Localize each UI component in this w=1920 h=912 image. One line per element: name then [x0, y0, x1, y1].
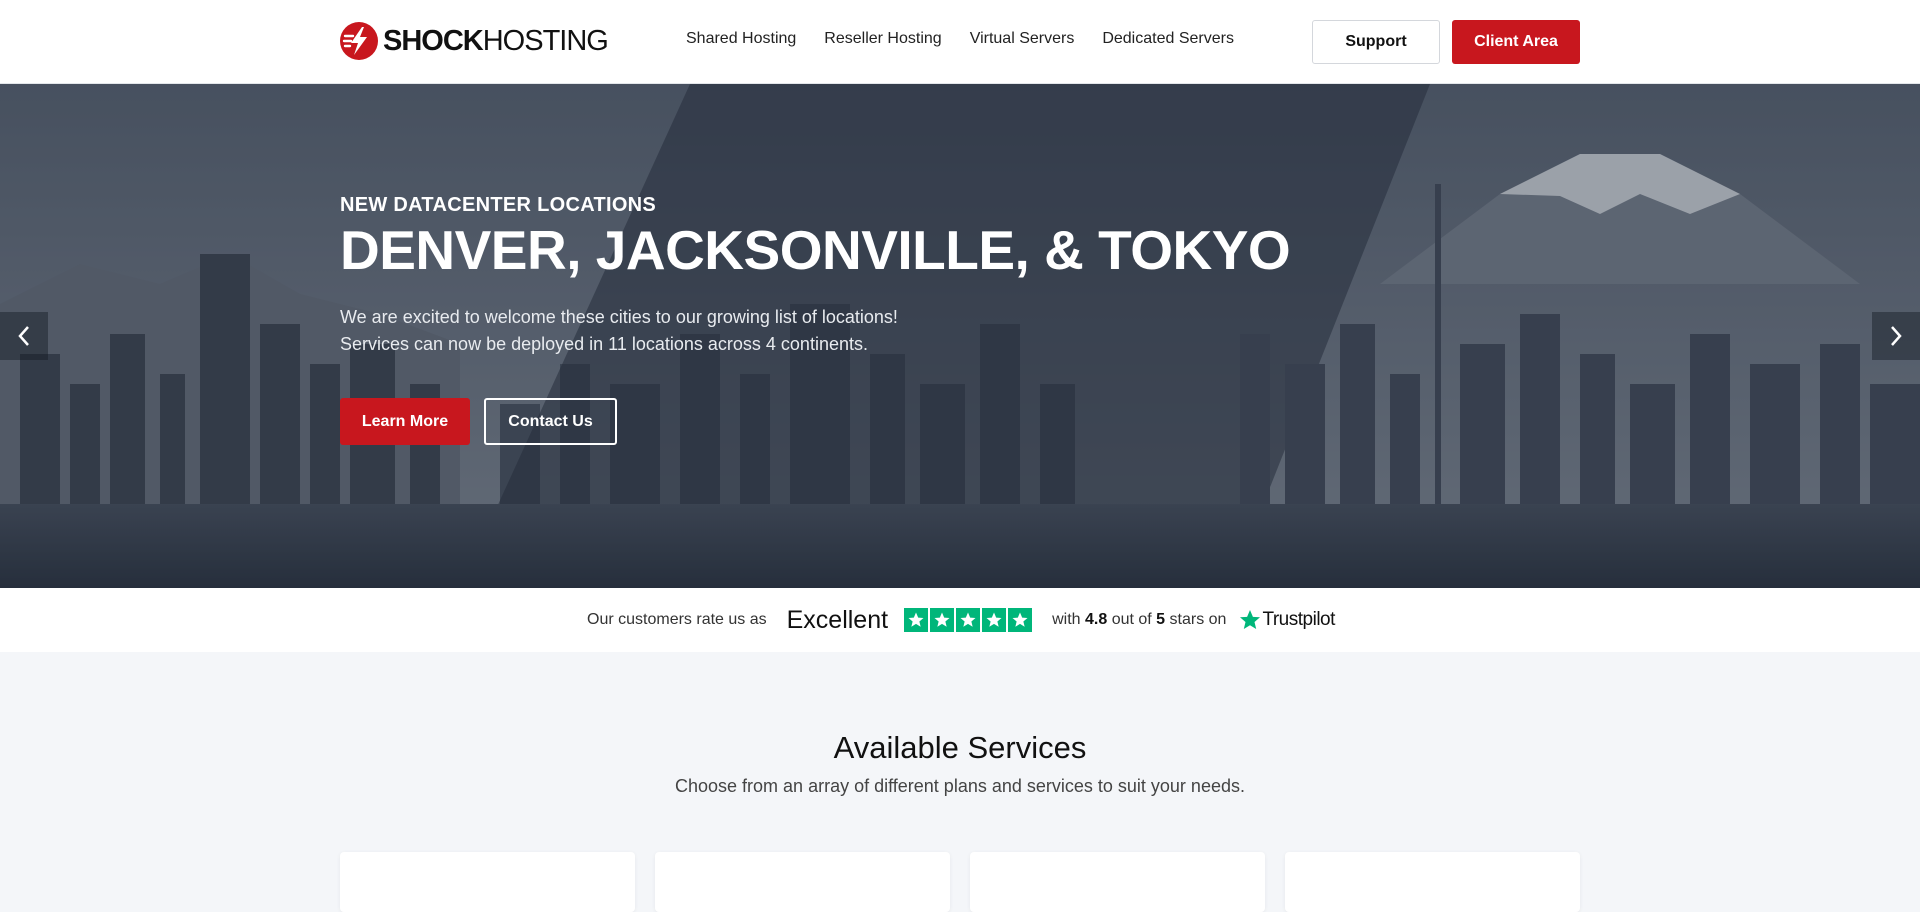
trustpilot-star-icon — [1240, 610, 1261, 629]
client-area-button[interactable]: Client Area — [1452, 20, 1580, 64]
services-title: Available Services — [833, 730, 1087, 765]
nav-shared-hosting[interactable]: Shared Hosting — [686, 30, 796, 48]
trustpilot-stars — [904, 608, 1033, 632]
nav-dedicated-servers[interactable]: Dedicated Servers — [1102, 30, 1234, 48]
chevron-left-icon — [18, 326, 29, 346]
logo-text: SHOCKHOSTING — [383, 24, 609, 57]
hero-description-line-1: We are excited to welcome these cities t… — [340, 307, 898, 327]
learn-more-button[interactable]: Learn More — [340, 398, 470, 445]
main-nav: Shared Hosting Reseller Hosting Virtual … — [686, 30, 1262, 48]
support-button[interactable]: Support — [1312, 20, 1440, 64]
star-icon — [956, 608, 981, 632]
hero-title: DENVER, JACKSONVILLE, & TOKYO — [340, 219, 1291, 281]
trustpilot-logo[interactable]: Trustpilot — [1238, 608, 1335, 632]
hero-description: We are excited to welcome these cities t… — [340, 304, 960, 358]
service-card[interactable] — [1285, 852, 1580, 912]
contact-us-button[interactable]: Contact Us — [484, 398, 617, 445]
star-icon — [1008, 608, 1033, 632]
chevron-right-icon — [1891, 326, 1902, 346]
trust-lead-text: Our customers rate us as — [587, 611, 767, 628]
star-icon — [904, 608, 929, 632]
trustpilot-logo-text: Trustpilot — [1262, 609, 1335, 630]
nav-reseller-hosting[interactable]: Reseller Hosting — [824, 30, 941, 48]
services-subtitle: Choose from an array of different plans … — [675, 776, 1245, 796]
nav-virtual-servers[interactable]: Virtual Servers — [970, 30, 1075, 48]
star-icon — [930, 608, 955, 632]
top-navbar: SHOCKHOSTING Shared Hosting Reseller Hos… — [0, 0, 1920, 84]
site-logo[interactable]: SHOCKHOSTING — [340, 21, 609, 61]
slider-next-button[interactable] — [1872, 312, 1920, 360]
lightning-logo-icon — [340, 22, 378, 60]
service-card[interactable] — [970, 852, 1265, 912]
trust-score-text: with 4.8 out of 5 stars on — [1052, 611, 1227, 628]
service-card[interactable] — [655, 852, 950, 912]
hero-description-line-2: Services can now be deployed in 11 locat… — [340, 334, 868, 354]
hero-slider: NEW DATACENTER LOCATIONS DENVER, JACKSON… — [0, 84, 1920, 588]
service-card[interactable] — [340, 852, 635, 912]
slider-prev-button[interactable] — [0, 312, 48, 360]
star-icon — [982, 608, 1007, 632]
trust-rating-word: Excellent — [786, 605, 889, 634]
trustpilot-rating-bar: Our customers rate us as Excellent with … — [0, 588, 1920, 652]
hero-overlay — [0, 84, 1920, 588]
hero-subtitle: NEW DATACENTER LOCATIONS — [340, 194, 657, 216]
